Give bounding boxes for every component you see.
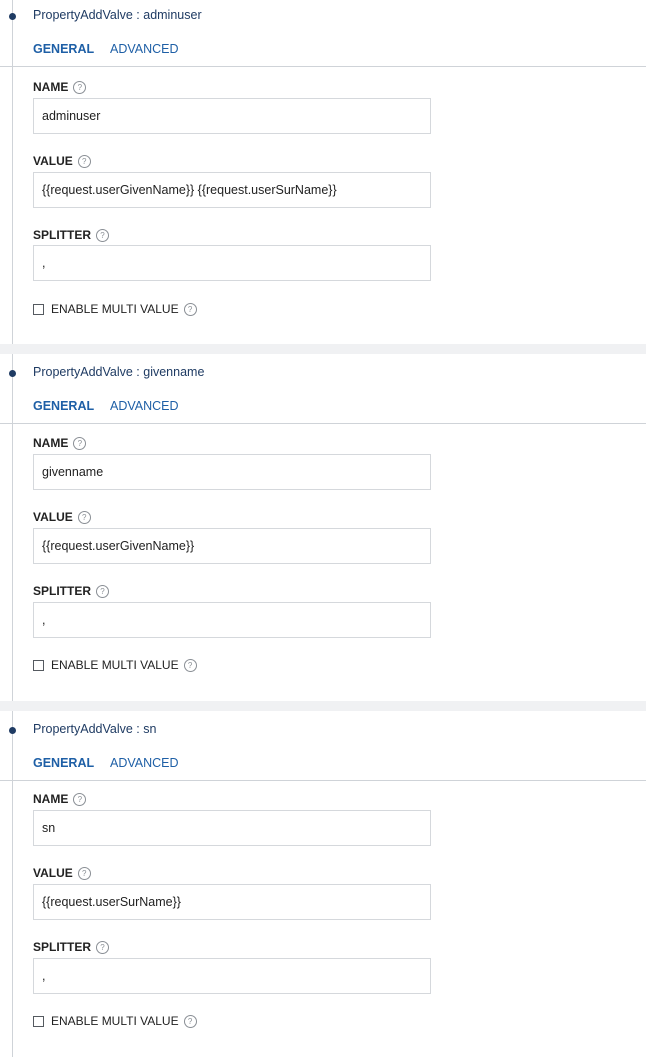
enable-multi-value-label: ENABLE MULTI VALUE (51, 658, 179, 672)
valve-title: PropertyAddValve : givenname (33, 365, 205, 379)
valve-section-adminuser: PropertyAddValve : adminuser GENERAL ADV… (0, 0, 646, 344)
name-input[interactable] (33, 810, 431, 846)
help-circle-icon[interactable]: ? (183, 1014, 197, 1028)
tab-advanced[interactable]: ADVANCED (110, 756, 179, 770)
section-separator (0, 701, 646, 711)
help-circle-icon[interactable]: ? (183, 658, 197, 672)
enable-multi-value-row[interactable]: ENABLE MULTI VALUE ? (33, 1014, 197, 1028)
value-input[interactable] (33, 884, 431, 920)
value-input[interactable] (33, 528, 431, 564)
enable-multi-value-row[interactable]: ENABLE MULTI VALUE ? (33, 302, 197, 316)
help-circle-icon[interactable]: ? (73, 792, 87, 806)
tab-divider (0, 66, 646, 67)
value-label: VALUE ? (33, 154, 91, 168)
splitter-label: SPLITTER ? (33, 584, 110, 598)
splitter-label: SPLITTER ? (33, 228, 110, 242)
valve-section-sn: PropertyAddValve : sn GENERAL ADVANCED N… (0, 714, 646, 1058)
name-label: NAME ? (33, 792, 87, 806)
tab-general[interactable]: GENERAL (33, 756, 94, 770)
help-circle-icon[interactable]: ? (77, 154, 91, 168)
name-label: NAME ? (33, 436, 87, 450)
checkbox-unchecked-icon[interactable] (33, 1015, 44, 1027)
tab-advanced[interactable]: ADVANCED (110, 42, 179, 56)
timeline-dot-icon (9, 13, 16, 20)
tab-divider (0, 423, 646, 424)
name-label-text: NAME (33, 80, 69, 94)
tab-divider (0, 780, 646, 781)
tab-advanced[interactable]: ADVANCED (110, 399, 179, 413)
help-circle-icon[interactable]: ? (96, 940, 110, 954)
value-label-text: VALUE (33, 510, 73, 524)
splitter-label: SPLITTER ? (33, 940, 110, 954)
help-circle-icon[interactable]: ? (77, 866, 91, 880)
splitter-input[interactable] (33, 245, 431, 281)
value-label: VALUE ? (33, 866, 91, 880)
name-label-text: NAME (33, 792, 69, 806)
splitter-input[interactable] (33, 958, 431, 994)
timeline-dot-icon (9, 370, 16, 377)
name-input[interactable] (33, 454, 431, 490)
timeline-dot-icon (9, 727, 16, 734)
splitter-label-text: SPLITTER (33, 940, 92, 954)
splitter-label-text: SPLITTER (33, 584, 92, 598)
value-input[interactable] (33, 172, 431, 208)
enable-multi-value-row[interactable]: ENABLE MULTI VALUE ? (33, 658, 197, 672)
enable-multi-value-label: ENABLE MULTI VALUE (51, 1014, 179, 1028)
splitter-label-text: SPLITTER (33, 228, 92, 242)
checkbox-unchecked-icon[interactable] (33, 303, 44, 315)
tab-general[interactable]: GENERAL (33, 399, 94, 413)
value-label: VALUE ? (33, 510, 91, 524)
help-circle-icon[interactable]: ? (73, 436, 87, 450)
help-circle-icon[interactable]: ? (73, 80, 87, 94)
name-label-text: NAME (33, 436, 69, 450)
valve-section-givenname: PropertyAddValve : givenname GENERAL ADV… (0, 357, 646, 701)
valve-title: PropertyAddValve : adminuser (33, 8, 202, 22)
tab-general[interactable]: GENERAL (33, 42, 94, 56)
name-label: NAME ? (33, 80, 87, 94)
valve-title: PropertyAddValve : sn (33, 722, 157, 736)
help-circle-icon[interactable]: ? (96, 584, 110, 598)
help-circle-icon[interactable]: ? (96, 228, 110, 242)
section-separator (0, 344, 646, 354)
splitter-input[interactable] (33, 602, 431, 638)
value-label-text: VALUE (33, 866, 73, 880)
help-circle-icon[interactable]: ? (183, 302, 197, 316)
value-label-text: VALUE (33, 154, 73, 168)
help-circle-icon[interactable]: ? (77, 510, 91, 524)
name-input[interactable] (33, 98, 431, 134)
checkbox-unchecked-icon[interactable] (33, 659, 44, 671)
enable-multi-value-label: ENABLE MULTI VALUE (51, 302, 179, 316)
